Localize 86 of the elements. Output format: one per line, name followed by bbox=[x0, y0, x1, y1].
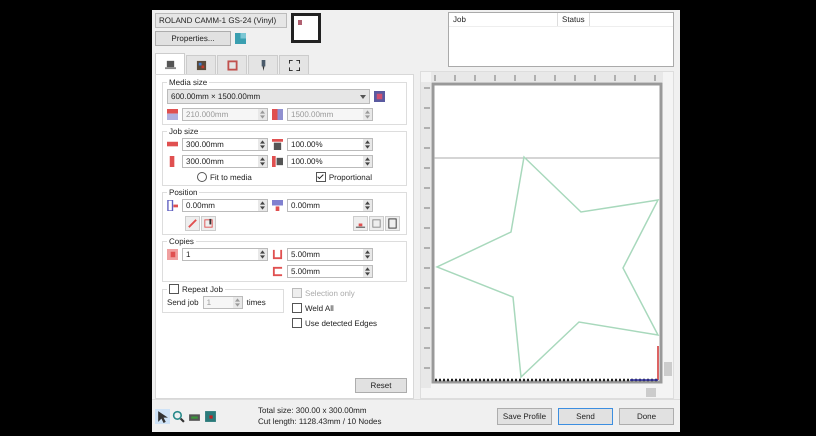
status-text: Total size: 300.00 x 300.00mm bbox=[258, 406, 368, 415]
job-height-field[interactable]: 300.00mm bbox=[182, 155, 268, 168]
column-header[interactable]: Status bbox=[558, 13, 590, 26]
length-icon bbox=[272, 109, 283, 120]
spinner-icon bbox=[363, 109, 372, 120]
crop-marks-icon bbox=[288, 60, 300, 70]
spinner-icon bbox=[363, 200, 372, 211]
pointer-icon[interactable] bbox=[155, 408, 170, 424]
scrollbar[interactable] bbox=[646, 362, 672, 397]
spinner-icon bbox=[232, 297, 242, 308]
origin-axes-icon bbox=[630, 346, 659, 381]
checkbox[interactable] bbox=[292, 318, 302, 328]
tools-icon bbox=[196, 60, 206, 70]
tab[interactable] bbox=[186, 55, 216, 74]
dialog-button[interactable]: Send bbox=[558, 408, 613, 424]
spinner-icon bbox=[363, 249, 372, 260]
scale-icon bbox=[272, 139, 283, 150]
gap-y-field[interactable]: 5.00mm bbox=[287, 265, 373, 278]
align-icon bbox=[203, 218, 214, 229]
option-toggle[interactable]: Weld All bbox=[292, 303, 378, 313]
printer-dropdown[interactable]: ROLAND CAMM-1 GS-24 (Vinyl) bbox=[155, 13, 287, 28]
tab[interactable] bbox=[279, 55, 309, 74]
job-list[interactable]: Job Status bbox=[448, 12, 674, 67]
option-label: Fit to media bbox=[210, 172, 252, 182]
scale-y-field[interactable]: 100.00% bbox=[287, 155, 373, 168]
zoom-icon[interactable] bbox=[171, 408, 186, 424]
tab[interactable] bbox=[248, 55, 278, 74]
cutter-icon bbox=[164, 58, 176, 70]
toggle-control[interactable] bbox=[316, 172, 326, 182]
spinner-icon bbox=[363, 266, 372, 277]
option-label: Weld All bbox=[305, 304, 334, 312]
repeat-job-toggle[interactable]: Repeat Job bbox=[167, 284, 225, 294]
align-icon bbox=[187, 218, 198, 229]
column-header[interactable]: Job bbox=[449, 13, 558, 26]
spinner-icon bbox=[363, 156, 372, 167]
gap-x-field[interactable]: 5.00mm bbox=[287, 248, 373, 261]
align-button[interactable] bbox=[201, 216, 216, 231]
job-width-field[interactable]: 300.00mm bbox=[182, 138, 268, 151]
times-label: times bbox=[246, 298, 266, 307]
group-title: Job size bbox=[168, 127, 200, 136]
reset-button[interactable]: Reset bbox=[355, 378, 407, 393]
group-title: Copies bbox=[168, 237, 195, 246]
properties-button[interactable]: Properties... bbox=[155, 31, 231, 46]
spinner-icon bbox=[258, 109, 267, 120]
scale-icon bbox=[272, 156, 283, 167]
position-x-field[interactable]: 0.00mm bbox=[182, 199, 268, 212]
option-toggle[interactable]: Use detected Edges bbox=[292, 318, 378, 328]
tab[interactable] bbox=[155, 53, 185, 74]
caret-icon bbox=[360, 94, 366, 98]
align-button[interactable] bbox=[385, 216, 400, 231]
option-toggle[interactable]: Fit to media bbox=[197, 172, 252, 182]
dialog-button[interactable]: Save Profile bbox=[497, 408, 552, 424]
option-toggle[interactable]: Proportional bbox=[316, 172, 372, 182]
checkbox[interactable] bbox=[292, 303, 302, 313]
status-text: Cut length: 1128.43mm / 10 Nodes bbox=[258, 417, 382, 426]
position-y-field[interactable]: 0.00mm bbox=[287, 199, 373, 212]
vertical-gap-icon bbox=[272, 266, 283, 277]
send-job-label: Send job bbox=[167, 298, 199, 307]
option-label: Repeat Job bbox=[182, 284, 223, 294]
group-title: Position bbox=[168, 188, 198, 197]
option-label: Use detected Edges bbox=[305, 318, 378, 328]
layers-icon[interactable] bbox=[203, 408, 218, 424]
align-icon bbox=[387, 218, 398, 229]
media-thumbnail bbox=[291, 13, 321, 43]
frame-icon bbox=[226, 60, 238, 70]
horizontal-gap-icon bbox=[272, 249, 283, 260]
star-shape[interactable] bbox=[435, 155, 660, 379]
toggle-control[interactable] bbox=[197, 172, 208, 182]
copies-icon bbox=[167, 249, 178, 260]
media-size-dropdown[interactable]: 600.00mm × 1500.00mm bbox=[167, 89, 370, 104]
align-icon bbox=[371, 218, 382, 229]
option-label: Selection only bbox=[305, 288, 355, 298]
dialog-button[interactable]: Done bbox=[619, 408, 674, 424]
x-position-icon bbox=[167, 200, 178, 211]
spinner-icon bbox=[258, 156, 267, 167]
spinner-icon bbox=[258, 139, 267, 150]
spinner-icon bbox=[363, 139, 372, 150]
scale-x-field[interactable]: 100.00% bbox=[287, 138, 373, 151]
group-title: Media size bbox=[168, 78, 208, 87]
width-icon bbox=[167, 109, 178, 120]
option-label: Proportional bbox=[328, 172, 372, 182]
spinner-icon bbox=[258, 200, 267, 211]
checkbox[interactable] bbox=[169, 284, 179, 294]
copies-field[interactable]: 1 bbox=[182, 248, 268, 261]
y-position-icon bbox=[272, 200, 283, 211]
spinner-icon bbox=[258, 249, 267, 260]
